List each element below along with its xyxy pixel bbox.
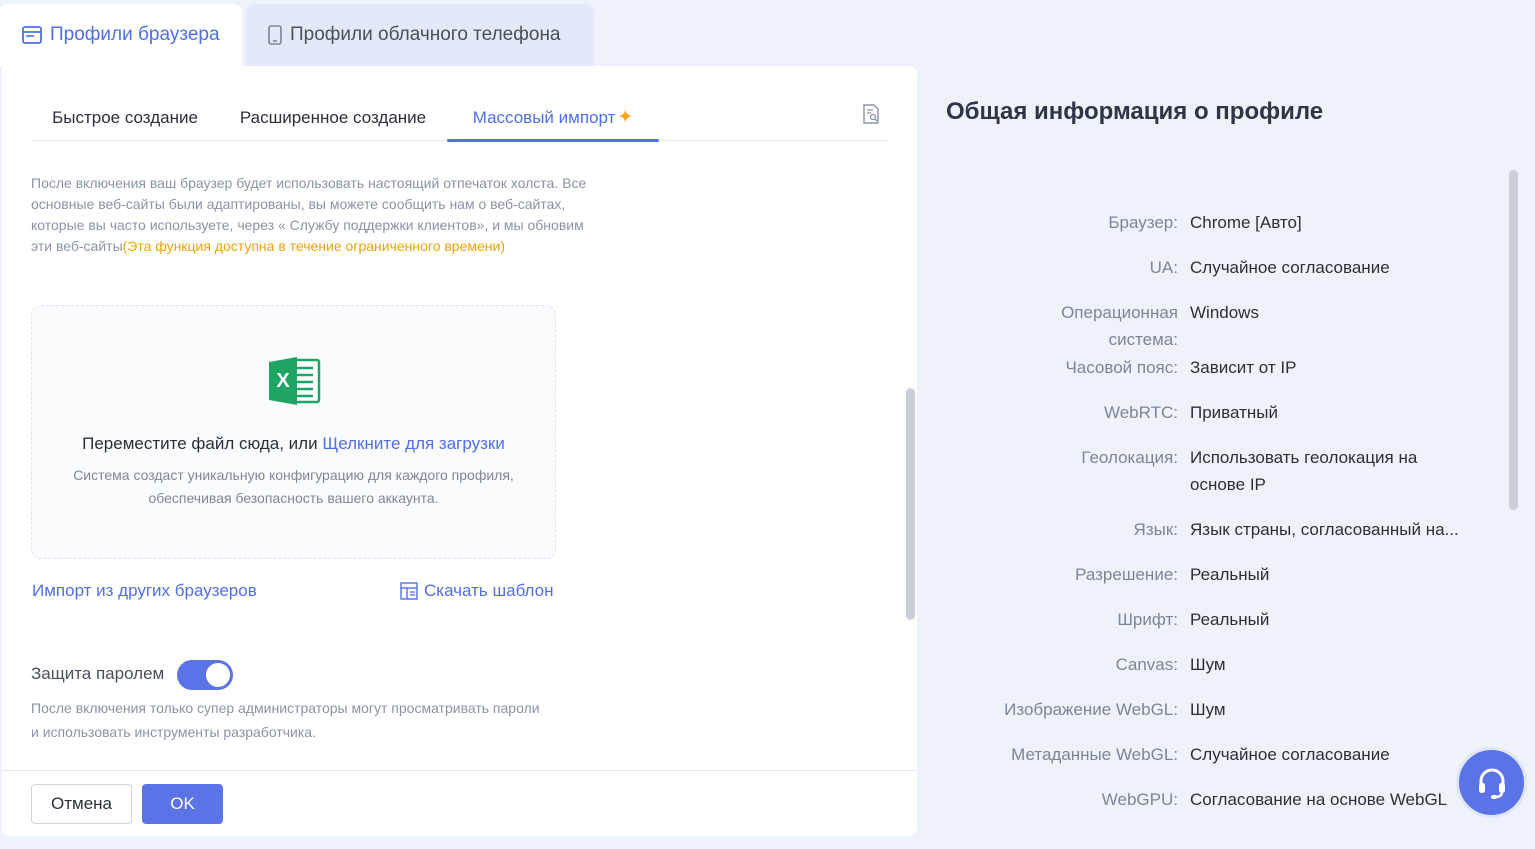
summary-value: Язык страны, согласованный на... (1190, 520, 1459, 539)
browser-window-icon (22, 26, 42, 44)
summary-label: Canvas: (1115, 655, 1178, 674)
download-template-label: Скачать шаблон (424, 581, 554, 600)
summary-value: Случайное согласование (1190, 258, 1390, 277)
upload-link[interactable]: Щелкните для загрузки (322, 434, 505, 453)
tab-browser-profiles[interactable]: Профили браузера (0, 4, 242, 66)
tab-quick-create[interactable]: Быстрое создание (32, 94, 218, 141)
file-dropzone[interactable]: X Переместите файл сюда, или Щелкните дл… (31, 305, 556, 559)
summary-value: Реальный (1190, 565, 1270, 584)
create-profile-panel: Быстрое создание Расширенное создание Ма… (2, 66, 917, 836)
summary-value: Использовать геолокация на основе IP (1190, 448, 1418, 494)
summary-label: Изображение WebGL: (1004, 700, 1178, 719)
summary-value: Chrome [Авто] (1190, 213, 1302, 232)
support-chat-button[interactable] (1456, 747, 1527, 818)
document-search-icon[interactable] (862, 104, 880, 129)
left-panel-scrollbar[interactable] (906, 388, 915, 620)
creation-mode-tabs: Быстрое создание Расширенное создание Ма… (32, 94, 888, 142)
summary-value: Зависит от IP (1190, 358, 1297, 377)
summary-label: WebGPU: (1101, 790, 1178, 809)
summary-value: Шум (1190, 655, 1226, 674)
summary-label: Шрифт: (1117, 610, 1178, 629)
phone-icon (268, 25, 282, 45)
panel-footer: Отмена OK (2, 770, 917, 836)
notice-highlight: (Эта функция доступна в течение ограниче… (122, 238, 506, 254)
top-tabs: Профили браузера Профили облачного телеф… (0, 4, 594, 66)
summary-label: Браузер: (1108, 213, 1178, 232)
profile-summary-title: Общая информация о профиле (946, 98, 1324, 125)
download-template-link[interactable]: Скачать шаблон (400, 581, 554, 601)
password-protection-toggle[interactable] (177, 660, 233, 690)
svg-text:X: X (276, 370, 290, 392)
tab-bulk-import[interactable]: Массовый импорт ✦ (447, 94, 659, 142)
summary-value: Согласование на основе WebGL (1190, 790, 1448, 809)
password-protection-label: Защита паролем (31, 664, 165, 683)
summary-label: Геолокация: (1081, 448, 1178, 467)
tab-cloud-phone-profiles-label: Профили облачного телефона (290, 24, 561, 45)
summary-value: Случайное согласование (1190, 745, 1390, 764)
summary-scrollbar[interactable] (1509, 170, 1518, 510)
import-other-browsers-link[interactable]: Импорт из других браузеров (32, 581, 257, 601)
summary-label: Операционная система: (1061, 303, 1178, 349)
headset-icon (1478, 768, 1505, 799)
excel-file-icon: X (269, 357, 321, 405)
summary-label: Метаданные WebGL: (1011, 745, 1178, 764)
summary-label: UA: (1149, 258, 1178, 277)
ok-button[interactable]: OK (142, 784, 223, 824)
tab-browser-profiles-label: Профили браузера (50, 24, 220, 45)
summary-label: WebRTC: (1103, 403, 1178, 422)
tab-bulk-import-label: Массовый импорт (472, 107, 616, 127)
summary-value: Шум (1190, 700, 1226, 719)
dropzone-main-text: Переместите файл сюда, или Щелкните для … (32, 434, 555, 454)
dropzone-prompt: Переместите файл сюда, или (82, 434, 323, 453)
summary-label: Разрешение: (1075, 565, 1178, 584)
dropzone-description: Система создаст уникальную конфигурацию … (73, 467, 514, 506)
password-protection-note: После включения только супер администрат… (31, 700, 540, 740)
cancel-button[interactable]: Отмена (31, 784, 132, 824)
summary-label: Язык: (1133, 520, 1178, 539)
tab-advanced-create[interactable]: Расширенное создание (228, 94, 438, 141)
sparkle-icon: ✦ (617, 107, 634, 128)
template-icon (400, 582, 418, 600)
tab-cloud-phone-profiles[interactable]: Профили облачного телефона (246, 4, 594, 66)
summary-value: Реальный (1190, 610, 1270, 629)
summary-label: Часовой пояс: (1065, 358, 1178, 377)
summary-value: Приватный (1190, 403, 1278, 422)
summary-value: Windows (1190, 303, 1259, 322)
canvas-fingerprint-notice: После включения ваш браузер будет исполь… (31, 173, 601, 257)
